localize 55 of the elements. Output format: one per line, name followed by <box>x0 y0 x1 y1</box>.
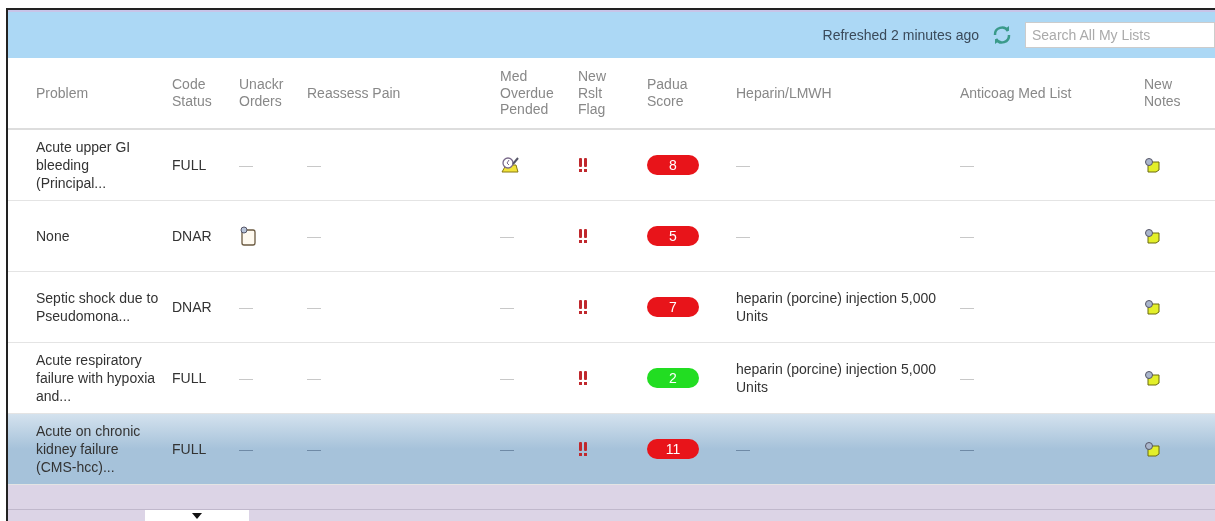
column-header[interactable]: Reassess Pain <box>302 84 495 102</box>
empty-dash: — <box>500 226 514 246</box>
table-cell: heparin (porcine) injection 5,000 Units <box>736 359 936 397</box>
table-cell-text: FULL <box>171 368 208 388</box>
table-cell-text: Acute on chronic kidney failure (CMS-hcc)... <box>36 421 142 477</box>
column-header[interactable]: Med Overdue Pended <box>495 67 559 119</box>
column-header[interactable]: Code Status <box>167 76 227 110</box>
empty-dash: — <box>239 439 253 459</box>
empty-dash: — <box>239 297 253 317</box>
clock-pill-icon <box>500 156 520 174</box>
empty-dash: — <box>239 155 253 175</box>
empty-dash: — <box>736 155 750 175</box>
table-cell-text: FULL <box>171 155 208 175</box>
table-cell-text: None <box>36 226 71 246</box>
table-cell-text: DNAR <box>171 226 213 246</box>
column-header[interactable]: Padua Score <box>642 76 702 110</box>
column-header[interactable]: New Rslt Flag <box>573 67 613 119</box>
empty-dash: — <box>307 439 321 459</box>
empty-dash: — <box>307 226 321 246</box>
refresh-status: Refreshed 2 minutes ago <box>822 25 979 45</box>
score-pill: 7 <box>647 297 699 317</box>
empty-dash: — <box>960 439 974 459</box>
expand-tab[interactable] <box>145 510 249 521</box>
caret-icon <box>192 513 202 519</box>
empty-dash: — <box>307 368 321 388</box>
empty-dash: — <box>960 297 974 317</box>
table-cell-text: Acute upper GI bleeding (Principal... <box>36 137 132 193</box>
empty-dash: — <box>736 226 750 246</box>
score-pill: 11 <box>647 439 699 459</box>
empty-dash: — <box>500 439 514 459</box>
empty-dash: — <box>500 297 514 317</box>
column-header[interactable]: Unackr Orders <box>234 76 298 110</box>
column-header[interactable]: Problem <box>8 84 167 102</box>
empty-dash: — <box>736 439 750 459</box>
column-header[interactable]: Anticoag Med List <box>955 84 1139 102</box>
table-cell-text: FULL <box>171 439 208 459</box>
table-cell-text: DNAR <box>171 297 213 317</box>
table-cell-text: Acute respiratory failure with hypoxia and... <box>36 350 157 406</box>
search-field[interactable]: Search All My Lists <box>1025 22 1215 48</box>
empty-dash: — <box>307 297 321 317</box>
table-cell: heparin (porcine) injection 5,000 Units <box>736 288 936 326</box>
empty-dash: — <box>239 368 253 388</box>
column-header[interactable]: New Notes <box>1139 76 1189 110</box>
empty-dash: — <box>500 368 514 388</box>
table-cell: Septic shock due to Pseudomona... <box>36 288 160 326</box>
score-pill: 2 <box>647 368 699 388</box>
score-pill: 5 <box>647 226 699 246</box>
empty-dash: — <box>960 226 974 246</box>
column-header[interactable]: Heparin/LMWH <box>731 84 955 102</box>
clipboard-icon <box>239 226 257 246</box>
empty-dash: — <box>960 155 974 175</box>
score-pill: 8 <box>647 155 699 175</box>
empty-dash: — <box>960 368 974 388</box>
table-row[interactable]: Acute on chronic kidney failure (CMS-hcc)... FULL — — — 11 — — <box>8 414 1215 485</box>
empty-dash: — <box>307 155 321 175</box>
